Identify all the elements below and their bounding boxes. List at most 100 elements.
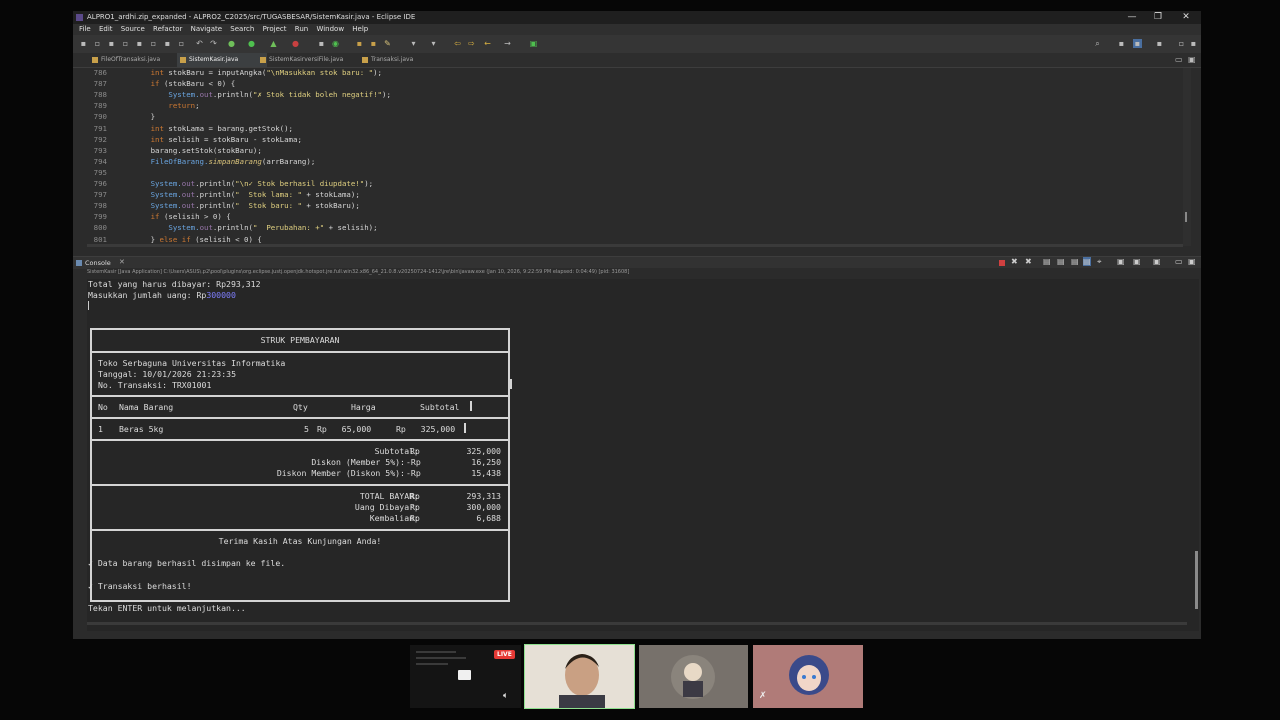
minimize-editor-icon[interactable]: ▭ [1175, 55, 1183, 64]
tab-fileoftransaksi[interactable]: FileOfTransaksi.java [89, 53, 179, 67]
refresh-icon[interactable]: ▫ [177, 39, 186, 48]
maximize-button[interactable]: ❐ [1145, 11, 1171, 24]
word-wrap-icon[interactable]: ▤ [1071, 257, 1079, 266]
console-icon [76, 260, 82, 266]
code-line: } [115, 112, 155, 121]
forward-icon[interactable]: ⇨ [467, 39, 476, 48]
save-icon[interactable]: ▫ [93, 39, 102, 48]
external-tools-icon[interactable]: ● [291, 39, 300, 48]
display-console-icon[interactable]: ▣ [1117, 257, 1125, 266]
print-icon[interactable]: ▫ [121, 39, 130, 48]
code-line: int stokLama = barang.getStok(); [115, 124, 293, 133]
new-class-icon[interactable]: ▪ [355, 39, 364, 48]
scroll-lock-icon[interactable]: ▤ [1057, 257, 1065, 266]
view-menu-icon[interactable]: ▣ [1153, 257, 1161, 266]
maximize-editor-icon[interactable]: ▣ [1188, 55, 1196, 64]
item-qty: 5 [304, 424, 309, 434]
next-annotation-icon[interactable]: ▾ [409, 39, 418, 48]
menu-run[interactable]: Run [295, 24, 308, 35]
restore-view-icon[interactable]: ▪ [1189, 39, 1198, 48]
code-editor[interactable]: 786 787 788 789 790 791 792 793 794 795 796 797 798 7… [73, 68, 1201, 246]
maximize-view-icon[interactable]: ▫ [1177, 39, 1186, 48]
summary-member-discount-value: 15,438 [471, 468, 501, 478]
remove-launch-icon[interactable]: ✖ [1011, 257, 1018, 266]
screen-share-icon [458, 670, 471, 680]
console-horizontal-scrollbar[interactable] [87, 622, 1187, 625]
menu-edit[interactable]: Edit [99, 24, 113, 35]
menu-window[interactable]: Window [316, 24, 344, 35]
menu-project[interactable]: Project [263, 24, 287, 35]
tab-sistemkasir[interactable]: SistemKasir.java [177, 53, 267, 67]
screen-share-tile[interactable]: LIVE 🔈︎ [410, 645, 521, 708]
perspective-java-icon[interactable]: ▪ [1117, 39, 1126, 48]
console-scroll-thumb[interactable] [1195, 551, 1198, 609]
terminate-icon[interactable] [999, 260, 1005, 266]
show-on-output-icon[interactable]: ▤ [1083, 257, 1091, 266]
save-all-icon[interactable]: ▪ [107, 39, 116, 48]
pin-console-icon[interactable]: ⌖ [1097, 257, 1102, 267]
code-token: .println( [212, 90, 253, 100]
search-icon[interactable]: ▪ [163, 39, 172, 48]
participant-tile-anime[interactable]: ✗ [753, 645, 863, 708]
new-package-icon[interactable]: ◉ [331, 39, 340, 48]
open-folder-icon[interactable]: ▪ [369, 39, 378, 48]
new-java-project-icon[interactable]: ▪ [317, 39, 326, 48]
perspective-git-icon[interactable]: ▪ [1155, 39, 1164, 48]
perspective-debug-icon[interactable]: ▪ [1133, 39, 1142, 48]
divider [90, 529, 510, 531]
undo-icon[interactable]: ↶ [195, 39, 204, 48]
menu-file[interactable]: File [79, 24, 91, 35]
console-output[interactable]: Total yang harus dibayar: Rp293,312 Masu… [87, 279, 1199, 631]
tab-transaksi[interactable]: Transaksi.java [359, 53, 441, 67]
debug-icon[interactable]: ● [227, 39, 236, 48]
prev-annotation-icon[interactable]: ▾ [429, 39, 438, 48]
code-token: .println( [195, 190, 236, 200]
minimize-console-icon[interactable]: ▭ [1175, 257, 1183, 266]
summary-subtotal-value: 325,000 [466, 446, 501, 456]
header-no: No [98, 402, 108, 412]
remove-all-icon[interactable]: ✖ [1025, 257, 1032, 266]
editor-tab-bar: FileOfTransaksi.java SistemKasir.java Si… [73, 53, 1201, 68]
code-token: (selisih > 0) { [159, 212, 231, 222]
last-edit-icon[interactable]: ← [483, 39, 492, 48]
maximize-console-icon[interactable]: ▣ [1188, 257, 1196, 266]
redo-icon[interactable]: ↷ [209, 39, 218, 48]
code-token: out [181, 190, 196, 200]
minimize-button[interactable]: — [1119, 11, 1145, 24]
editor-horizontal-scrollbar[interactable] [87, 244, 1183, 247]
run-icon[interactable]: ● [247, 39, 256, 48]
marketplace-icon[interactable]: ▣ [529, 39, 538, 48]
close-console-icon[interactable]: ✕ [119, 258, 125, 266]
code-token: " Stok lama: " [235, 190, 302, 200]
editor-scroll-thumb[interactable] [1185, 212, 1187, 222]
open-console-icon[interactable]: ▣ [1133, 257, 1141, 266]
next-edit-icon[interactable]: → [503, 39, 512, 48]
clear-console-icon[interactable]: ▤ [1043, 257, 1051, 266]
build-icon[interactable]: ▪ [135, 39, 144, 48]
code-token: (stokBaru < 0) { [159, 79, 236, 89]
quick-access-icon[interactable]: ⌕ [1093, 39, 1102, 48]
menu-search[interactable]: Search [230, 24, 254, 35]
tab-sistemkasirversifile[interactable]: SistemKasirversiFile.java [257, 53, 365, 67]
menu-refactor[interactable]: Refactor [153, 24, 182, 35]
new-icon[interactable]: ▪ [79, 39, 88, 48]
code-token: selisih = stokBaru - stokLama; [163, 134, 302, 144]
open-type-icon[interactable]: ▫ [149, 39, 158, 48]
back-icon[interactable]: ⇦ [453, 39, 462, 48]
code-token: System. [150, 190, 182, 200]
participant-tile-camera[interactable] [524, 644, 635, 709]
coverage-icon[interactable]: ▲ [269, 39, 278, 48]
menu-navigate[interactable]: Navigate [191, 24, 222, 35]
java-file-icon [260, 57, 266, 63]
menu-source[interactable]: Source [121, 24, 145, 35]
participant-tile-avatar[interactable] [639, 645, 748, 708]
overview-ruler[interactable] [1183, 68, 1191, 246]
close-button[interactable]: ✕ [1173, 11, 1199, 24]
menu-help[interactable]: Help [352, 24, 368, 35]
pen-icon[interactable]: ✎ [383, 39, 392, 48]
code-token: simpanBarang [208, 156, 262, 166]
code-token: ); [373, 68, 383, 77]
speaker-icon[interactable]: 🔈︎ [503, 691, 508, 701]
